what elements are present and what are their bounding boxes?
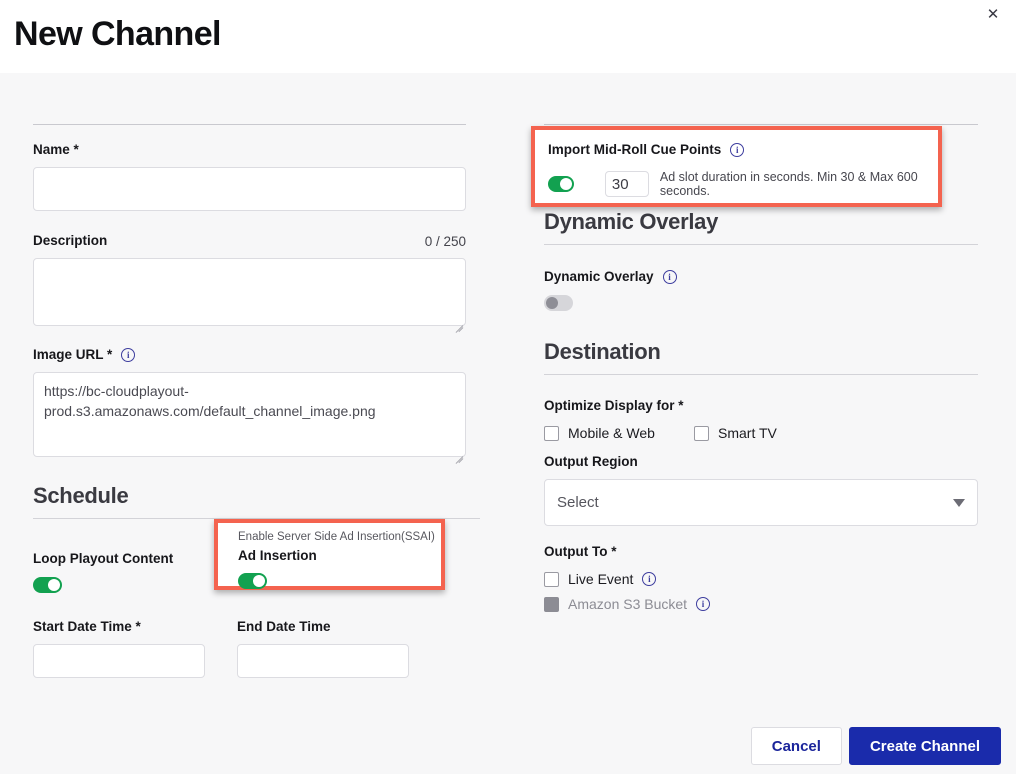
dialog-body: Name * Description 0 / 250 Image URL * i <box>0 73 1016 774</box>
info-icon[interactable]: i <box>642 572 656 586</box>
toggle-knob <box>253 575 265 587</box>
info-icon[interactable]: i <box>730 143 744 157</box>
start-date-input[interactable] <box>33 644 205 678</box>
checkbox-label: Live Event <box>568 571 633 587</box>
checkbox-box-icon[interactable] <box>544 572 559 587</box>
dialog-header: New Channel ✕ <box>0 0 1016 73</box>
close-icon[interactable]: ✕ <box>978 0 1008 28</box>
info-icon[interactable]: i <box>663 270 677 284</box>
checkbox-label: Smart TV <box>718 425 777 441</box>
dynamic-overlay-label: Dynamic Overlay <box>544 268 654 286</box>
output-to-group: Output To * Live Event i Amazon S3 Bucke… <box>544 543 978 612</box>
schedule-section: Schedule <box>33 482 466 519</box>
ad-insertion-label: Ad Insertion <box>238 547 441 565</box>
checkbox-box-icon <box>544 597 559 612</box>
ad-insertion-hint: Enable Server Side Ad Insertion(SSAI) <box>238 531 441 543</box>
toggle-knob <box>546 297 558 309</box>
destination-section: Destination <box>544 338 978 375</box>
destination-title: Destination <box>544 338 978 366</box>
mid-roll-group: Import Mid-Roll Cue Points i Ad slot dur… <box>535 130 938 198</box>
name-field-group: Name * <box>33 141 466 216</box>
mid-roll-highlight-box: Import Mid-Roll Cue Points i Ad slot dur… <box>531 126 942 207</box>
chevron-down-icon[interactable] <box>953 499 965 507</box>
description-input[interactable] <box>33 258 466 326</box>
checkbox-box-icon[interactable] <box>694 426 709 441</box>
toggle-knob <box>560 178 572 190</box>
dynamic-overlay-toggle[interactable] <box>544 295 573 311</box>
footer-actions: Cancel Create Channel <box>751 727 1001 765</box>
checkbox-box-icon[interactable] <box>544 426 559 441</box>
start-date-group: Start Date Time * <box>33 618 205 678</box>
dynamic-overlay-group: Dynamic Overlay i <box>544 268 978 316</box>
dynamic-overlay-title: Dynamic Overlay <box>544 208 978 236</box>
description-counter: 0 / 250 <box>425 234 466 249</box>
optimize-display-group: Optimize Display for * Mobile & Web Smar… <box>544 397 978 441</box>
output-region-select[interactable]: Select <box>544 479 978 526</box>
optimize-display-label: Optimize Display for * <box>544 397 978 415</box>
left-top-divider <box>33 124 466 125</box>
name-label: Name * <box>33 141 466 159</box>
start-date-label: Start Date Time * <box>33 618 205 636</box>
destination-divider <box>544 374 978 375</box>
ad-slot-duration-input[interactable] <box>605 171 649 197</box>
info-icon[interactable]: i <box>121 348 135 362</box>
description-label: Description <box>33 232 107 250</box>
image-url-label: Image URL * <box>33 346 112 364</box>
checkbox-mobile-web[interactable]: Mobile & Web <box>544 425 694 441</box>
mid-roll-toggle[interactable] <box>548 176 574 192</box>
image-url-field-group: Image URL * i <box>33 346 466 462</box>
end-date-label: End Date Time <box>237 618 409 636</box>
checkbox-amazon-s3-bucket[interactable]: Amazon S3 Bucket i <box>544 596 978 612</box>
dynamic-overlay-divider <box>544 244 978 245</box>
end-date-input[interactable] <box>237 644 409 678</box>
toggle-knob <box>48 579 60 591</box>
output-region-group: Output Region Select <box>544 453 978 526</box>
output-to-label: Output To * <box>544 543 978 561</box>
image-url-input[interactable] <box>33 372 466 457</box>
schedule-title: Schedule <box>33 482 466 510</box>
end-date-group: End Date Time <box>237 618 409 678</box>
name-input[interactable] <box>33 167 466 211</box>
info-icon[interactable]: i <box>696 597 710 611</box>
description-field-group: Description 0 / 250 <box>33 232 466 331</box>
checkbox-label: Amazon S3 Bucket <box>568 596 687 612</box>
checkbox-smart-tv[interactable]: Smart TV <box>694 425 777 441</box>
output-region-label: Output Region <box>544 453 978 471</box>
output-region-value: Select <box>557 494 599 511</box>
ad-slot-duration-hint: Ad slot duration in seconds. Min 30 & Ma… <box>660 170 938 198</box>
create-channel-button[interactable]: Create Channel <box>849 727 1001 765</box>
checkbox-label: Mobile & Web <box>568 425 655 441</box>
ad-insertion-group: Enable Server Side Ad Insertion(SSAI) Ad… <box>218 523 441 594</box>
page-title: New Channel <box>14 12 221 56</box>
mid-roll-label: Import Mid-Roll Cue Points <box>548 141 721 159</box>
ad-insertion-toggle[interactable] <box>238 573 267 589</box>
dynamic-overlay-section: Dynamic Overlay <box>544 208 978 245</box>
ad-insertion-highlight-box: Enable Server Side Ad Insertion(SSAI) Ad… <box>214 519 445 590</box>
cancel-button[interactable]: Cancel <box>751 727 842 765</box>
loop-playout-toggle[interactable] <box>33 577 62 593</box>
checkbox-live-event[interactable]: Live Event i <box>544 571 978 587</box>
